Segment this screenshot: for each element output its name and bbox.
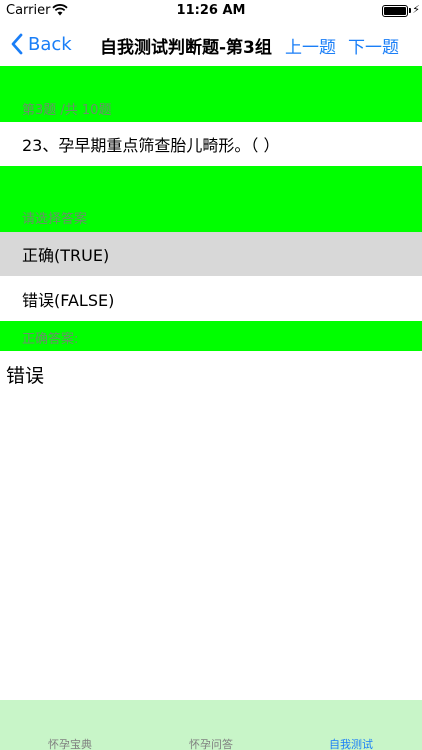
clock: 11:26 AM <box>176 3 246 18</box>
back-button[interactable]: Back <box>10 31 72 57</box>
next-question-button[interactable]: 下一题 <box>348 33 399 58</box>
chevron-left-icon <box>11 33 23 55</box>
correct-answer-label: 正确答案: <box>22 332 79 347</box>
option-true[interactable]: 正确(TRUE) <box>0 232 422 276</box>
option-false[interactable]: 错误(FALSE) <box>0 276 422 321</box>
prev-question-button[interactable]: 上一题 <box>285 33 336 58</box>
charging-icon: ⚡ <box>412 3 420 16</box>
battery-cap <box>409 8 411 13</box>
options-prompt: 请选择答案 <box>22 212 88 227</box>
tab-pregnancy-qa[interactable]: 怀孕问答 <box>161 736 261 750</box>
navigation-bar: Back 自我测试判断题-第3组 上一题 下一题 <box>0 22 422 66</box>
option-true-label: 正确(TRUE) <box>22 246 110 265</box>
battery-icon <box>382 5 408 17</box>
correct-answer-value: 错误 <box>6 365 45 387</box>
status-bar: Carrier 11:26 AM ⚡ <box>0 0 422 22</box>
option-false-label: 错误(FALSE) <box>22 290 115 310</box>
question-text: 23、孕早期重点筛查胎儿畸形。（ ） <box>0 122 422 166</box>
back-label: Back <box>28 33 72 55</box>
tab-bar: 怀孕宝典 怀孕问答 自我测试 <box>0 700 422 750</box>
question-label: 23、孕早期重点筛查胎儿畸形。（ ） <box>22 136 280 155</box>
tab-pregnancy-guide[interactable]: 怀孕宝典 <box>20 736 120 750</box>
tab-self-test[interactable]: 自我测试 <box>301 736 401 750</box>
page-title: 自我测试判断题-第3组 <box>100 38 272 58</box>
question-progress: 第3题 /共 10题 <box>22 103 112 118</box>
